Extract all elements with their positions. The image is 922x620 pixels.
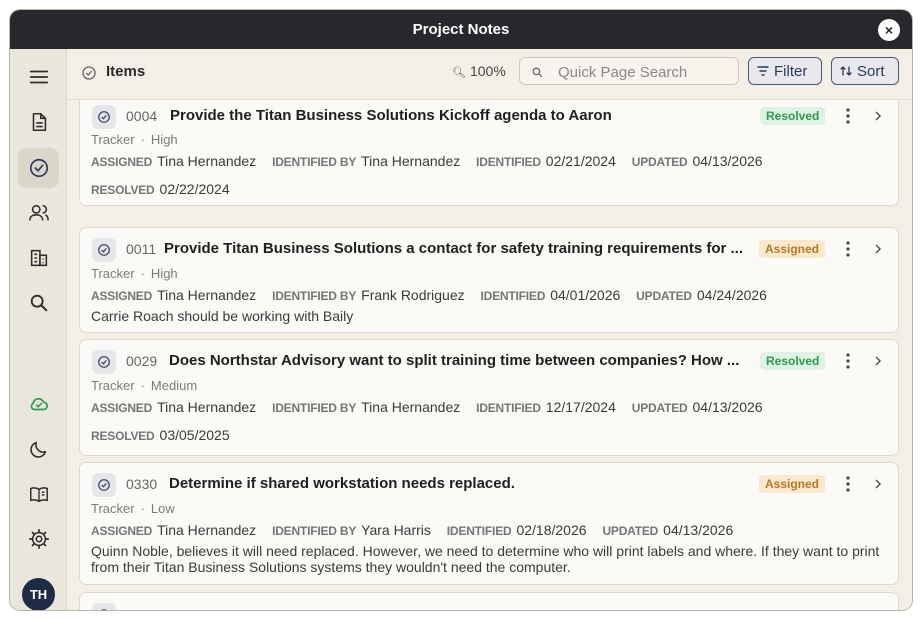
sort-label: Sort bbox=[857, 62, 885, 80]
status-badge: Resolved bbox=[760, 107, 826, 125]
more-options-icon[interactable] bbox=[842, 351, 854, 371]
item-number: 0004 bbox=[126, 108, 158, 124]
search-input[interactable] bbox=[558, 61, 733, 83]
chevron-right-icon[interactable] bbox=[872, 474, 884, 494]
chevron-right-icon[interactable] bbox=[872, 106, 884, 126]
list-item[interactable] bbox=[79, 592, 899, 610]
item-title: Provide the Titan Business Solutions Kic… bbox=[170, 107, 612, 124]
status-badge: Assigned bbox=[759, 475, 826, 493]
list-item[interactable]: 0011 Provide Titan Business Solutions a … bbox=[79, 227, 899, 333]
items-list: 0004 Provide the Titan Business Solution… bbox=[67, 100, 912, 610]
item-note: Quinn Noble, believes it will need repla… bbox=[91, 543, 880, 575]
check-circle-icon bbox=[92, 105, 116, 129]
check-circle-icon bbox=[82, 66, 96, 80]
item-title: Determine if shared workstation needs re… bbox=[169, 475, 515, 492]
search-icon bbox=[532, 67, 543, 78]
item-title: Does Northstar Advisory want to split tr… bbox=[169, 352, 740, 369]
item-details: ASSIGNED Tina Hernandez IDENTIFIED BY Tina… bbox=[91, 399, 763, 415]
item-meta: Tracker · Low bbox=[91, 501, 175, 516]
filter-label: Filter bbox=[774, 62, 808, 80]
filter-icon bbox=[757, 66, 769, 76]
item-meta: Tracker · High bbox=[91, 132, 178, 147]
check-circle-icon bbox=[92, 473, 116, 497]
sidebar: TH bbox=[10, 49, 67, 610]
more-options-icon[interactable] bbox=[842, 106, 854, 126]
toolbar: Items 🔍︎100% Filter Sort bbox=[67, 49, 912, 100]
check-circle-icon[interactable] bbox=[18, 148, 59, 188]
chevron-right-icon[interactable] bbox=[872, 239, 884, 259]
item-number: 0011 bbox=[126, 241, 157, 257]
avatar[interactable]: TH bbox=[22, 578, 55, 610]
zoom-icon: 🔍︎ bbox=[452, 67, 466, 79]
page-title: Items bbox=[106, 63, 146, 80]
title-bar: Project Notes × bbox=[10, 10, 912, 49]
status-badge: Resolved bbox=[760, 352, 826, 370]
document-icon[interactable] bbox=[18, 102, 59, 142]
filter-button[interactable]: Filter bbox=[748, 57, 822, 85]
zoom-value: 100% bbox=[469, 63, 506, 79]
item-number: 0029 bbox=[126, 353, 158, 369]
building-icon[interactable] bbox=[18, 238, 59, 278]
item-details: ASSIGNED Tina Hernandez IDENTIFIED BY Yara… bbox=[91, 522, 734, 538]
more-options-icon[interactable] bbox=[842, 474, 854, 494]
zoom-level[interactable]: 🔍︎ 100% bbox=[452, 63, 506, 79]
app-window: Project Notes × TH Items 🔍︎ 100% Quick P… bbox=[10, 10, 912, 610]
gear-icon[interactable] bbox=[18, 519, 59, 559]
item-title: Provide Titan Business Solutions a conta… bbox=[164, 240, 744, 257]
list-item[interactable]: 0004 Provide the Titan Business Solution… bbox=[79, 100, 899, 206]
item-resolved: RESOLVED 03/05/2025 bbox=[91, 427, 230, 443]
book-icon[interactable] bbox=[18, 474, 59, 514]
item-number: 0330 bbox=[126, 476, 158, 492]
window-title: Project Notes bbox=[412, 21, 510, 38]
status-badge: Assigned bbox=[759, 240, 826, 258]
check-circle-icon bbox=[92, 238, 116, 262]
item-details: ASSIGNED Tina Hernandez IDENTIFIED BY Fran… bbox=[91, 287, 767, 303]
cloud-sync-icon[interactable] bbox=[18, 384, 59, 424]
item-resolved: RESOLVED 02/22/2024 bbox=[91, 181, 230, 197]
check-circle-icon bbox=[92, 350, 116, 374]
sort-button[interactable]: Sort bbox=[831, 57, 899, 85]
list-item[interactable]: 0029 Does Northstar Advisory want to spl… bbox=[79, 339, 899, 456]
users-icon[interactable] bbox=[18, 193, 59, 233]
item-meta: Tracker · Medium bbox=[91, 378, 198, 393]
sort-icon bbox=[840, 66, 852, 76]
item-note: Carrie Roach should be working with Bail… bbox=[91, 308, 354, 324]
moon-icon[interactable] bbox=[18, 429, 59, 469]
quick-search[interactable] bbox=[519, 57, 739, 85]
list-item[interactable]: 0330 Determine if shared workstation nee… bbox=[79, 462, 899, 585]
chevron-right-icon[interactable] bbox=[872, 351, 884, 371]
check-circle-icon bbox=[92, 603, 116, 610]
menu-icon[interactable] bbox=[18, 57, 59, 97]
close-button[interactable]: × bbox=[878, 19, 900, 41]
more-options-icon[interactable] bbox=[842, 239, 854, 259]
search-icon[interactable] bbox=[18, 283, 59, 323]
item-meta: Tracker · High bbox=[91, 266, 178, 281]
item-details: ASSIGNED Tina Hernandez IDENTIFIED BY Tina… bbox=[91, 153, 763, 169]
